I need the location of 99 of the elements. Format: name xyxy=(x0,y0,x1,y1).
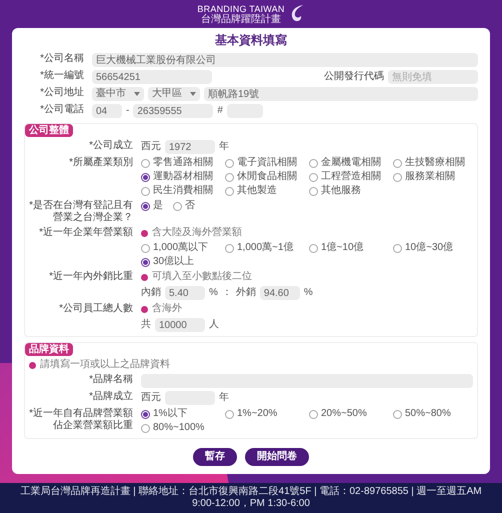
section-heading: 品牌資料 xyxy=(25,343,73,356)
field-label: *統一編號 xyxy=(39,70,84,82)
field-label: *所屬產業類別 xyxy=(68,157,133,169)
unit-label: 外銷 xyxy=(236,287,256,299)
input-field[interactable]: 無則免填 xyxy=(388,70,478,84)
unit-label: 西元 xyxy=(141,392,161,404)
radio-button[interactable] xyxy=(173,202,182,210)
separator-text: ： xyxy=(222,287,232,299)
radio-button[interactable] xyxy=(225,172,234,182)
option-label: 服務業相關 xyxy=(405,171,455,183)
option-label: 其他服務 xyxy=(321,185,361,197)
option-label: 休閒食品相關 xyxy=(237,171,297,183)
radio-button[interactable] xyxy=(309,158,318,168)
hint-text: 含大陸及海外營業額 xyxy=(152,227,242,239)
section-heading: 公司整體 xyxy=(25,124,73,137)
form-button[interactable]: 暫存 xyxy=(193,448,237,466)
option-label: 否 xyxy=(185,200,195,212)
unit-label: 西元 xyxy=(141,141,161,153)
option-label: 零售通路相關 xyxy=(153,157,213,169)
radio-button[interactable] xyxy=(141,424,150,432)
radio-button[interactable] xyxy=(141,258,150,266)
extension-mark: # xyxy=(217,105,223,117)
radio-button[interactable] xyxy=(141,410,150,418)
option-label: 50%~80% xyxy=(405,408,451,420)
field-label: *公司名稱 xyxy=(39,53,84,65)
radio-button[interactable] xyxy=(393,410,402,418)
option-label: 1,000萬以下 xyxy=(153,242,208,254)
option-label: 生技醫療相關 xyxy=(405,157,465,169)
field-label: *公司電話 xyxy=(39,104,84,116)
option-label: 1億~10億 xyxy=(321,242,364,254)
unit-label: % xyxy=(209,287,218,299)
radio-button[interactable] xyxy=(141,202,150,210)
input-field[interactable]: 1972 xyxy=(165,140,215,154)
input-field[interactable]: 順帆路19號 xyxy=(204,87,478,101)
option-label: 20%~50% xyxy=(321,408,367,420)
radio-button[interactable] xyxy=(309,244,318,252)
option-label: 工程營造相關 xyxy=(321,171,381,183)
field-label: *近一年內外銷比重 xyxy=(48,271,133,283)
hint-text: 可填入至小數點後二位 xyxy=(152,271,252,283)
option-label: 1%以下 xyxy=(153,408,188,420)
unit-label: 年 xyxy=(219,141,229,153)
input-field[interactable]: 94.60 xyxy=(260,286,300,300)
unit-label: 年 xyxy=(219,392,229,404)
input-field[interactable]: 26359555 xyxy=(133,104,214,118)
input-field[interactable]: 巨大機械工業股份有限公司 xyxy=(92,53,478,67)
radio-button[interactable] xyxy=(393,172,402,182)
option-label: 1%~20% xyxy=(237,408,278,420)
unit-label: 人 xyxy=(209,319,219,331)
radio-button[interactable] xyxy=(141,186,150,196)
option-label: 其他製造 xyxy=(237,185,277,197)
input-field[interactable]: 56654251 xyxy=(92,70,212,84)
option-label: 30億以上 xyxy=(153,256,194,268)
radio-button[interactable] xyxy=(225,410,234,418)
radio-button[interactable] xyxy=(309,186,318,196)
dropdown[interactable]: 臺中市 xyxy=(92,87,144,101)
field-label: *是否在台灣有登記且有營業之台灣企業？ xyxy=(29,200,133,224)
field-label: 公開發行代碼 xyxy=(324,71,384,83)
field-label: *公司員工總人數 xyxy=(58,303,133,315)
field-label: *公司成立 xyxy=(88,140,133,152)
radio-button[interactable] xyxy=(393,158,402,168)
caret-icon xyxy=(190,92,196,96)
option-label: 運動器材相關 xyxy=(153,171,213,183)
dash-text: - xyxy=(126,105,130,117)
hint-text: 請填寫一項或以上之品牌資料 xyxy=(40,359,170,371)
input-field[interactable]: 10000 xyxy=(155,318,205,332)
field-label: *品牌成立 xyxy=(88,391,133,403)
field-label: *公司地址 xyxy=(39,87,84,99)
form-button[interactable]: 開始問卷 xyxy=(245,448,309,466)
option-label: 民生消費相關 xyxy=(153,185,213,197)
radio-button[interactable] xyxy=(309,172,318,182)
option-label: 1,000萬~1億 xyxy=(237,242,294,254)
unit-label: % xyxy=(304,287,313,299)
dropdown[interactable]: 大甲區 xyxy=(148,87,200,101)
input-field[interactable]: 5.40 xyxy=(165,286,205,300)
field-label: *近一年自有品牌營業額佔企業營業額比重 xyxy=(29,408,133,432)
radio-button[interactable] xyxy=(225,244,234,252)
radio-button[interactable] xyxy=(141,172,150,182)
footer-text: 工業局台灣品牌再造計畫 | 聯絡地址：台北市復興南路二段41號5F | 電話：02-89765855 | 週一至週五AM 9:00-12:00，PM 1:30-6:00 xyxy=(19,486,483,510)
input-field[interactable]: 04 xyxy=(92,104,122,118)
option-label: 10億~30億 xyxy=(405,242,454,254)
option-label: 金屬機電相關 xyxy=(321,157,381,169)
radio-button[interactable] xyxy=(309,410,318,418)
field-label: *近一年企業年營業額 xyxy=(38,227,133,239)
radio-button[interactable] xyxy=(393,244,402,252)
option-label: 是 xyxy=(153,200,163,212)
caret-icon xyxy=(134,92,140,96)
radio-button[interactable] xyxy=(225,186,234,196)
brand-subtitle: 台灣品牌躍陞計畫 xyxy=(201,14,281,24)
radio-button[interactable] xyxy=(141,244,150,252)
hint-text: 含海外 xyxy=(152,303,182,315)
radio-button[interactable] xyxy=(141,158,150,168)
unit-label: 內銷 xyxy=(141,287,161,299)
option-label: 電子資訊相關 xyxy=(237,157,297,169)
radio-button[interactable] xyxy=(225,158,234,168)
field-label: *品牌名稱 xyxy=(88,374,133,386)
option-label: 80%~100% xyxy=(153,422,204,434)
unit-label: 共 xyxy=(141,319,151,331)
brand-name: BRANDING TAIWAN xyxy=(197,4,285,14)
form-title: 基本資料填寫 xyxy=(214,32,288,48)
